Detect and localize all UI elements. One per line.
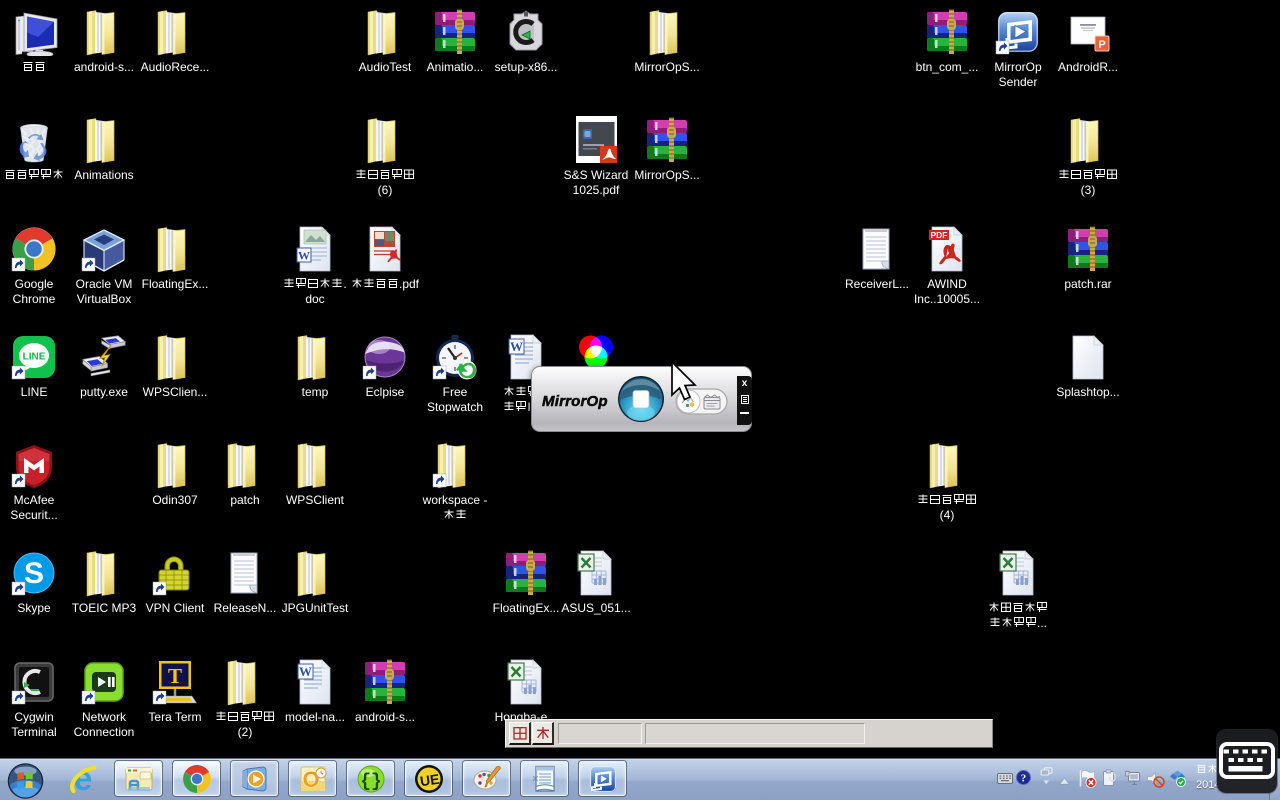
- svg-text:UE: UE: [418, 770, 439, 789]
- svg-text:?: ?: [1021, 773, 1027, 785]
- svg-text:T: T: [168, 664, 182, 688]
- svg-text:{}: {}: [360, 772, 382, 792]
- svg-text:LINE: LINE: [23, 352, 46, 363]
- svg-text:P: P: [1098, 39, 1105, 51]
- svg-text:S: S: [24, 557, 44, 590]
- svg-text:W: W: [298, 249, 310, 263]
- svg-text:W: W: [510, 339, 523, 354]
- svg-text:W: W: [299, 664, 312, 679]
- svg-text:PDF: PDF: [931, 230, 948, 240]
